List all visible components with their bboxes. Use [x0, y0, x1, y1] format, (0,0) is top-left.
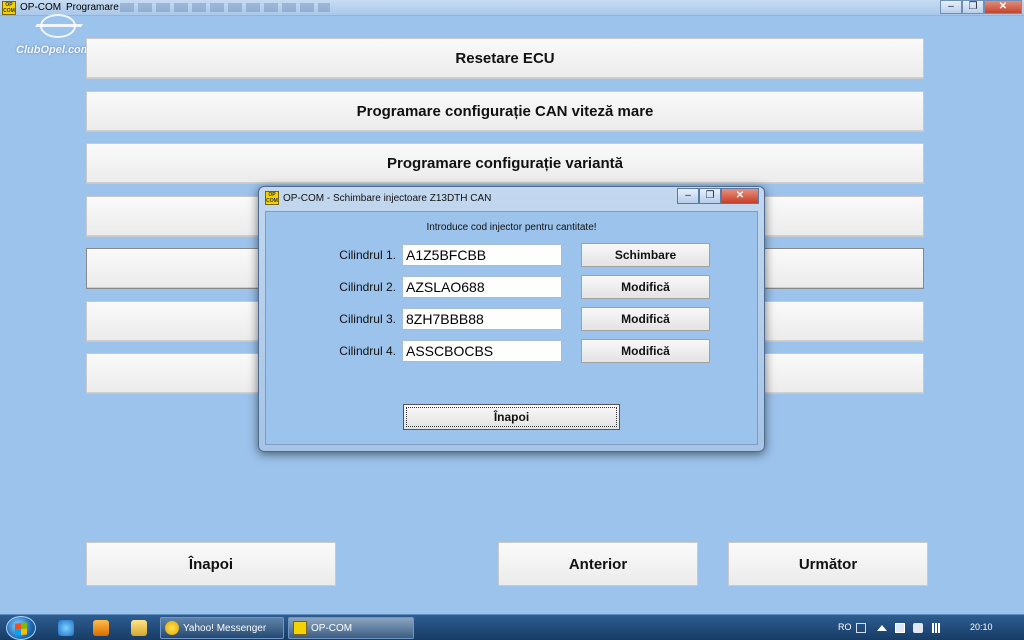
cylinder-1-change-button[interactable]: Schimbare — [581, 243, 710, 267]
media-player-icon[interactable] — [93, 620, 109, 636]
task-opcom[interactable]: OP-COM — [288, 617, 414, 639]
opcom-app-icon — [293, 621, 307, 635]
cylinder-2-label: Cilindrul 2. — [339, 280, 396, 294]
watermark-text: ClubOpel.com — [16, 44, 91, 56]
cylinder-1-label: Cilindrul 1. — [339, 248, 396, 262]
close-icon[interactable]: ✕ — [984, 0, 1022, 14]
start-button[interactable] — [6, 616, 36, 640]
clock[interactable]: 20:10 — [970, 622, 993, 632]
language-indicator[interactable]: RO — [838, 622, 852, 632]
internet-explorer-icon[interactable] — [58, 620, 74, 636]
injector-dialog: OP COM OP-COM - Schimbare injectoare Z13… — [258, 186, 765, 452]
back-button[interactable]: Înapoi — [86, 542, 336, 586]
dialog-minimize-icon[interactable]: – — [677, 188, 699, 204]
faded-breadcrumb — [120, 3, 330, 12]
dialog-body: Introduce cod injector pentru cantitate!… — [265, 211, 758, 445]
maximize-icon[interactable]: ❐ — [962, 0, 984, 14]
minimize-icon[interactable]: – — [940, 0, 962, 14]
task-yahoo-messenger[interactable]: Yahoo! Messenger — [160, 617, 284, 639]
cylinder-3-code-input[interactable]: 8ZH7BBB88 — [402, 308, 562, 330]
previous-button[interactable]: Anterior — [498, 542, 698, 586]
next-button[interactable]: Următor — [728, 542, 928, 586]
cylinder-2-code-input[interactable]: AZSLAO688 — [402, 276, 562, 298]
yahoo-messenger-icon — [165, 621, 179, 635]
dialog-maximize-icon[interactable]: ❐ — [699, 188, 721, 204]
show-hidden-icons-icon[interactable] — [877, 625, 887, 631]
opcom-dialog-icon: OP COM — [265, 191, 279, 205]
dialog-title: OP-COM - Schimbare injectoare Z13DTH CAN — [283, 193, 492, 204]
cylinder-3-modify-button[interactable]: Modifică — [581, 307, 710, 331]
cylinder-4-label: Cilindrul 4. — [339, 344, 396, 358]
cylinder-1-code-input[interactable]: A1Z5BFCBB — [402, 244, 562, 266]
menu-button-reset-ecu[interactable]: Resetare ECU — [86, 38, 924, 79]
task-label: Yahoo! Messenger — [183, 622, 267, 634]
cylinder-3-label: Cilindrul 3. — [339, 312, 396, 326]
network-icon[interactable] — [913, 623, 923, 633]
cylinder-4-code-input[interactable]: ASSCBOCBS — [402, 340, 562, 362]
menu-button-variant-config[interactable]: Programare configurație variantă — [86, 143, 924, 184]
explorer-folder-icon[interactable] — [131, 620, 147, 636]
action-center-icon[interactable] — [895, 623, 905, 633]
windows-logo-icon — [15, 622, 27, 636]
cylinder-2-modify-button[interactable]: Modifică — [581, 275, 710, 299]
keyboard-icon[interactable] — [856, 623, 866, 633]
task-label: OP-COM — [311, 622, 353, 634]
dialog-title-bar: OP COM OP-COM - Schimbare injectoare Z13… — [259, 187, 764, 209]
menu-button-can-config[interactable]: Programare configurație CAN viteză mare — [86, 91, 924, 132]
cylinder-4-modify-button[interactable]: Modifică — [581, 339, 710, 363]
app-title-bar: OP COM OP-COM Programare – ❐ ✕ — [0, 0, 1024, 16]
dialog-back-button[interactable]: Înapoi — [403, 404, 620, 430]
dialog-prompt: Introduce cod injector pentru cantitate! — [426, 222, 597, 233]
volume-icon[interactable] — [932, 623, 942, 633]
taskbar: Yahoo! Messenger OP-COM RO 20:10 — [0, 614, 1024, 640]
dialog-close-icon[interactable]: ✕ — [721, 188, 759, 204]
